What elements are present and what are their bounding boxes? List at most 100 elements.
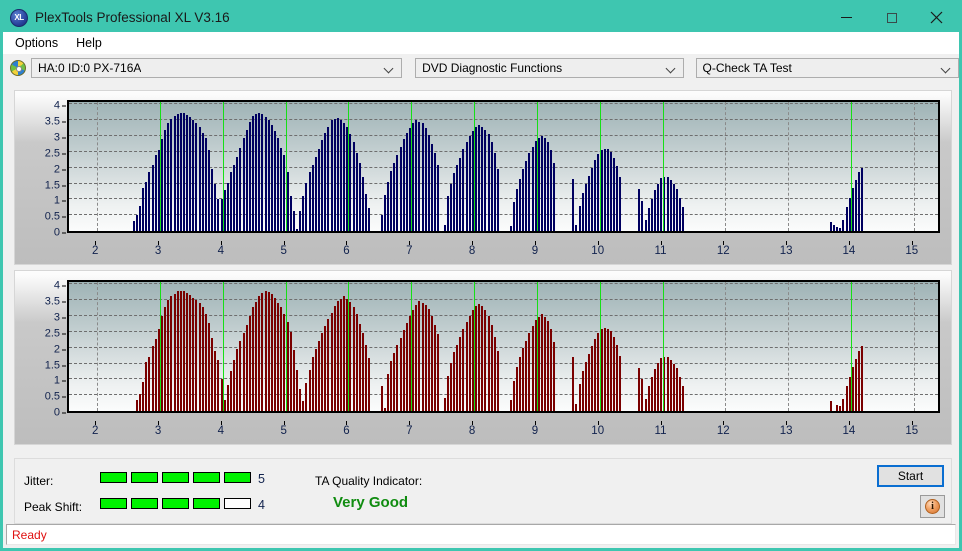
chart-bar [327, 319, 330, 411]
chart-bar [258, 113, 261, 231]
function-select[interactable]: DVD Diagnostic Functions [415, 58, 684, 78]
chart-bar [572, 357, 575, 411]
x-axis-tick-label: 6 [343, 425, 350, 437]
chart-bar [449, 362, 452, 411]
chart-bar [842, 219, 845, 231]
menu-bar: Options Help [3, 32, 959, 55]
chart-bar [160, 316, 163, 411]
info-button[interactable]: i [920, 495, 945, 518]
maximize-icon[interactable] [869, 3, 914, 32]
chart-bar [327, 126, 330, 231]
chart-bar [274, 297, 276, 411]
chart-bar [594, 338, 597, 411]
x-axis-tick-label: 11 [654, 425, 667, 437]
chart-bar [584, 183, 587, 231]
chart-bar [211, 169, 214, 231]
chart-bar [603, 148, 606, 231]
drive-select[interactable]: HA:0 ID:0 PX-716A [31, 58, 403, 78]
chart-bar [594, 159, 597, 231]
chart-bar [252, 116, 255, 231]
y-axis-tick [62, 333, 66, 335]
chart-bar [387, 373, 390, 411]
peak-shift-meter-cell [224, 498, 251, 509]
chart-bar [603, 328, 606, 411]
x-axis-tick [597, 241, 599, 245]
chart-bar [164, 129, 167, 231]
chart-bar [223, 190, 226, 231]
y-axis-tick-label: 2.5 [44, 327, 60, 340]
chart-bar [248, 121, 251, 231]
x-axis-tick [534, 241, 536, 245]
chart-bar [481, 305, 484, 411]
chart-bar [518, 357, 521, 411]
chart-bar [581, 371, 584, 411]
window-controls [824, 3, 959, 32]
chart-bar [160, 139, 163, 231]
chart-bar [299, 211, 302, 231]
chart-bar [217, 198, 220, 231]
chart-bar [208, 322, 211, 411]
x-axis-tick [283, 241, 285, 245]
disc-drive-icon [10, 60, 26, 76]
x-axis-tick [158, 241, 160, 245]
x-axis-tick-label: 11 [654, 245, 667, 257]
chart-bar [217, 359, 220, 411]
track-marker-line [411, 102, 413, 231]
chart-bar [314, 156, 317, 231]
chart-bar [600, 329, 603, 411]
y-axis-tick-label: 0 [53, 406, 60, 419]
chart-bar [657, 183, 660, 231]
track-marker-line [599, 102, 601, 231]
start-button[interactable]: Start [877, 465, 944, 487]
chart-bar [192, 119, 195, 231]
chart-bar [613, 336, 616, 411]
chart-bar [616, 345, 619, 411]
chart-bar [405, 132, 408, 231]
track-marker-line [285, 102, 287, 231]
menu-item-options[interactable]: Options [7, 34, 66, 52]
peak-shift-label: Peak Shift: [24, 500, 83, 514]
chart-bar [393, 353, 396, 411]
close-icon[interactable] [914, 3, 959, 32]
chart-bar [669, 359, 672, 411]
chart-bar [292, 350, 295, 411]
chart-bar [295, 369, 298, 411]
chart-bar [280, 148, 283, 231]
chart-bar [402, 330, 405, 411]
chart-bar [176, 291, 179, 411]
chart-bar [176, 113, 179, 231]
chart-bar [575, 404, 578, 411]
jitter-meter-cell [162, 472, 189, 483]
x-axis-tick-label: 8 [468, 245, 476, 257]
test-select[interactable]: Q-Check TA Test [695, 58, 959, 78]
x-axis-tick-label: 10 [591, 425, 605, 437]
chart-bar [311, 357, 314, 411]
x-axis-tick-label: 4 [217, 425, 225, 437]
chart-bar [829, 400, 832, 411]
chart-bar [349, 134, 352, 231]
y-axis-tick-label: 0 [53, 226, 60, 239]
chart-bar [267, 120, 270, 231]
track-marker-line [222, 102, 224, 231]
chart-bar [270, 294, 273, 411]
minimize-icon[interactable] [824, 3, 869, 32]
chart-bar [173, 293, 176, 411]
chart-bar [182, 291, 185, 411]
track-marker-line [474, 102, 476, 231]
x-axis-tick [283, 421, 285, 425]
chart-bar [239, 341, 242, 411]
track-marker-line [348, 102, 350, 231]
chart-bar [226, 385, 229, 411]
chart-bar [233, 359, 236, 411]
chart-bar [365, 344, 368, 411]
chart-bar [478, 124, 481, 231]
chart-bar [858, 172, 861, 231]
chart-bar [490, 324, 493, 411]
chart-bar [201, 307, 204, 411]
test-select-value: Q-Check TA Test [702, 61, 792, 75]
y-axis-tick-label: 3.5 [44, 115, 60, 128]
menu-item-help[interactable]: Help [68, 34, 110, 52]
chart-bar [170, 118, 173, 231]
gridline-horizontal [69, 283, 938, 285]
chart-bar [145, 181, 148, 231]
